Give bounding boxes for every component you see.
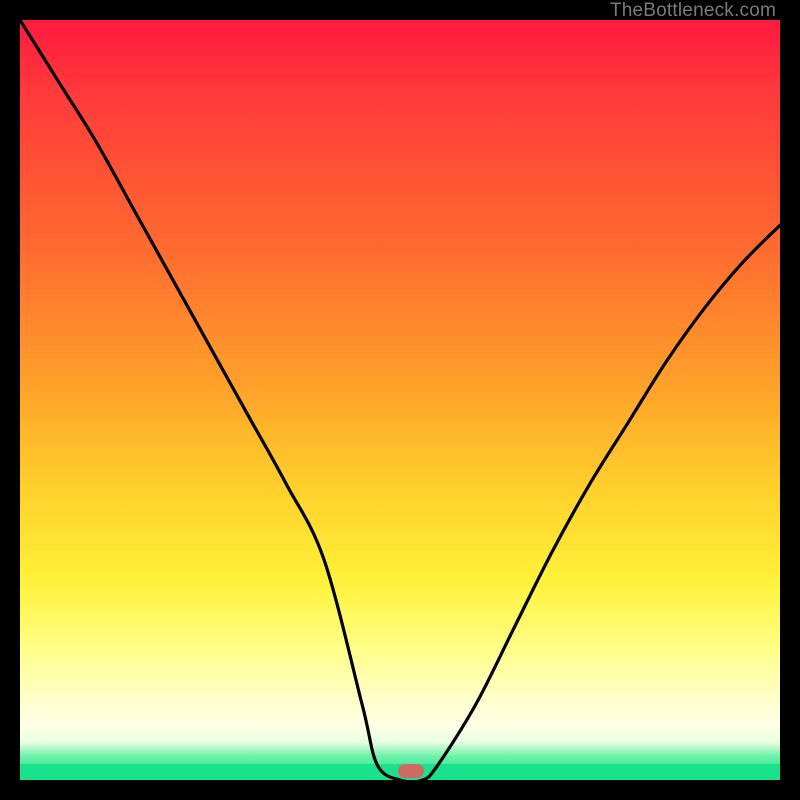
optimum-marker — [398, 764, 424, 778]
bottleneck-curve — [20, 20, 780, 780]
plot-area — [20, 20, 780, 780]
chart-frame: TheBottleneck.com — [0, 0, 800, 800]
watermark-text: TheBottleneck.com — [610, 0, 776, 22]
curve-path — [20, 20, 780, 782]
